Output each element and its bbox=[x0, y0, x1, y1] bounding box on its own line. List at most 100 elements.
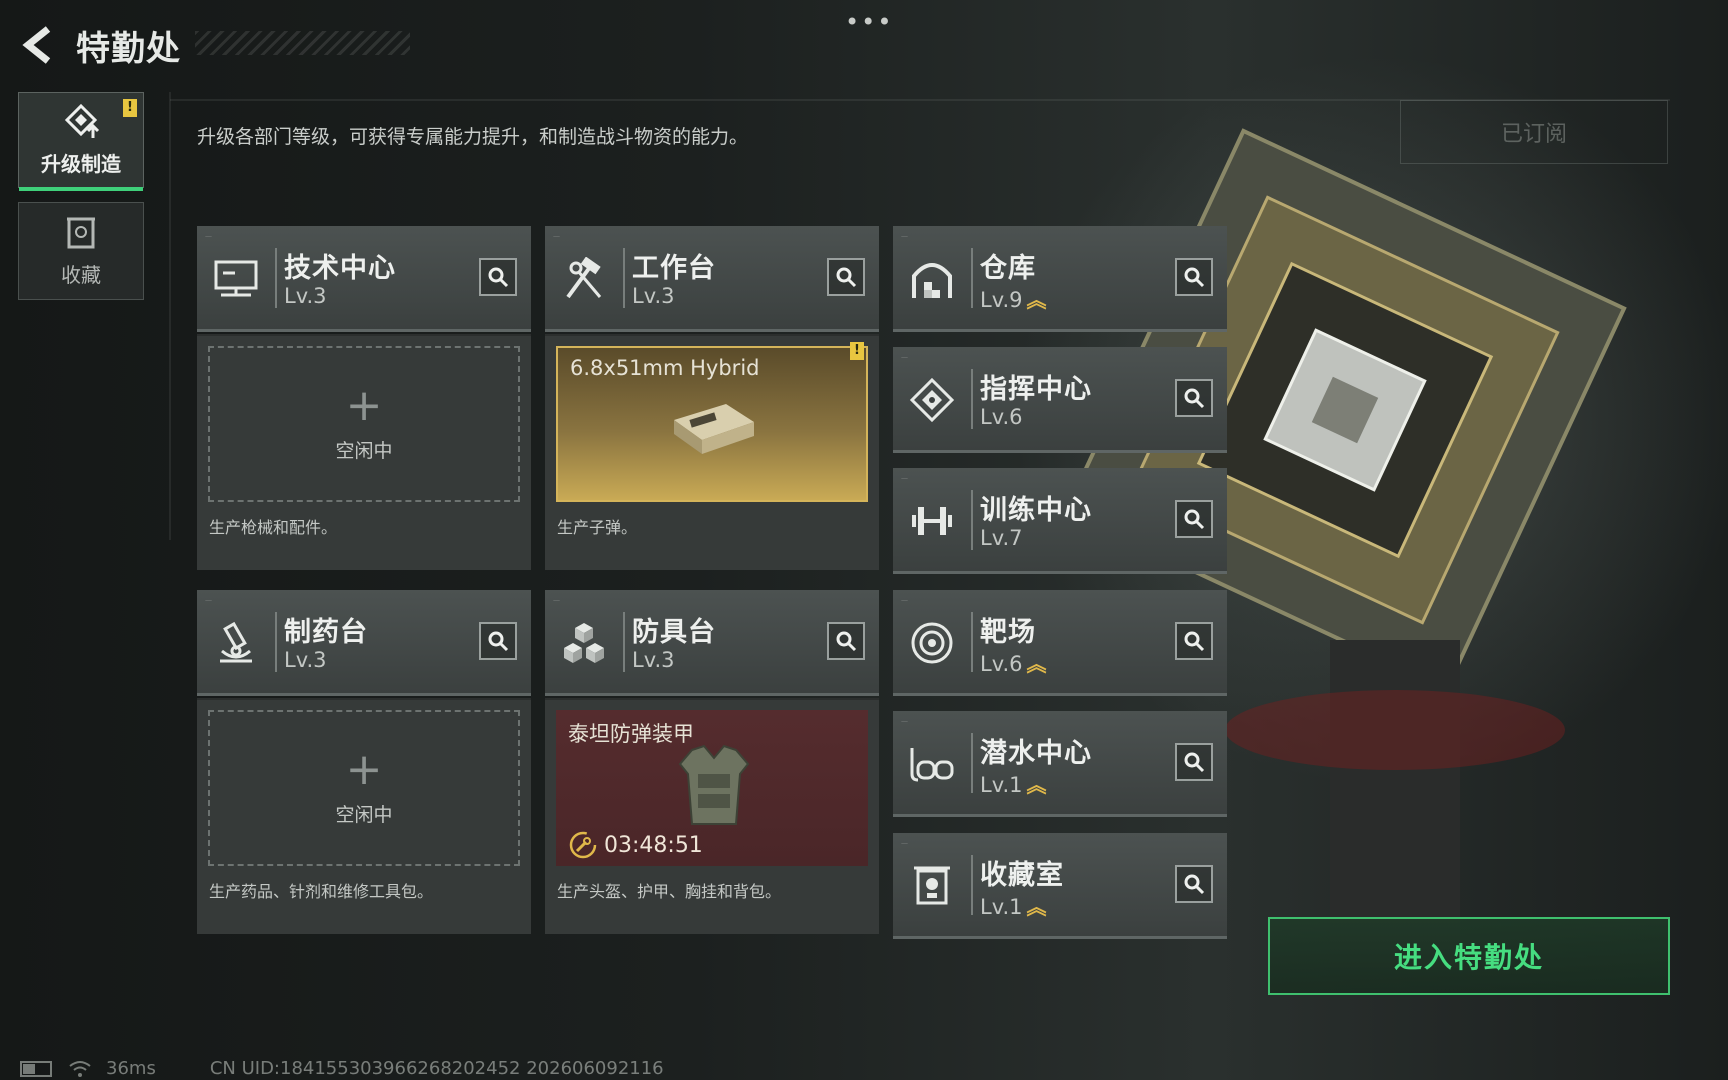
production-panel-pharmacy: + 空闲中 生产药品、针剂和维修工具包。 bbox=[197, 698, 531, 934]
station-level: Lv.1 ︽ bbox=[980, 773, 1047, 797]
production-description: 生产子弹。 bbox=[557, 518, 638, 537]
station-shooting-range[interactable]: — 靶场 Lv.6 ︽ bbox=[893, 590, 1227, 696]
search-button[interactable] bbox=[1175, 258, 1213, 296]
wrench-timer-icon bbox=[569, 831, 597, 859]
nav-upgrade-craft[interactable]: 升级制造 ! bbox=[18, 92, 144, 191]
station-level: Lv.3 bbox=[632, 284, 675, 308]
nav-collection-label: 收藏 bbox=[61, 262, 101, 287]
station-name: 训练中心 bbox=[980, 495, 1092, 526]
station-name: 防具台 bbox=[632, 617, 716, 648]
production-panel-armor: 泰坦防弹装甲 03:48:51 生产头盔、护甲、胸挂和背包。 bbox=[545, 698, 879, 934]
target-icon bbox=[907, 618, 957, 668]
search-icon bbox=[836, 267, 857, 288]
station-training-center[interactable]: — 训练中心 Lv.7 bbox=[893, 468, 1227, 574]
back-button[interactable] bbox=[18, 23, 62, 67]
upgrade-available-icon: ︽ bbox=[1026, 652, 1047, 676]
search-button[interactable] bbox=[827, 622, 865, 660]
timer-value: 03:48:51 bbox=[604, 832, 703, 858]
wifi-icon bbox=[69, 1060, 91, 1077]
empty-production-slot[interactable]: + 空闲中 bbox=[208, 346, 520, 502]
search-icon bbox=[836, 631, 857, 652]
search-button[interactable] bbox=[827, 258, 865, 296]
upgrade-available-icon: ︽ bbox=[1026, 288, 1047, 312]
search-icon bbox=[1184, 752, 1205, 773]
microscope-icon bbox=[211, 618, 261, 668]
nav-collection[interactable]: 收藏 bbox=[18, 202, 144, 300]
user-uid: CN UID:184155303966268202452 20260609211… bbox=[209, 1058, 664, 1079]
plus-icon: + bbox=[345, 379, 383, 431]
search-button[interactable] bbox=[1175, 743, 1213, 781]
station-workbench[interactable]: — 工作台 Lv.3 bbox=[545, 226, 879, 332]
title-decoration bbox=[195, 31, 410, 55]
more-menu-button[interactable]: ••• bbox=[845, 8, 893, 36]
top-bar: 特勤处 bbox=[18, 20, 181, 70]
station-armor-bench[interactable]: — 防具台 Lv.3 bbox=[545, 590, 879, 696]
collection-icon bbox=[67, 217, 95, 248]
station-warehouse[interactable]: — 仓库 Lv.9 ︽ bbox=[893, 226, 1227, 332]
craft-timer: 03:48:51 bbox=[568, 830, 703, 860]
search-button[interactable] bbox=[1175, 500, 1213, 538]
station-command-center[interactable]: — 指挥中心 Lv.6 bbox=[893, 347, 1227, 453]
station-level: Lv.6 bbox=[980, 405, 1023, 429]
station-collection-room[interactable]: — 收藏室 Lv.1 ︽ bbox=[893, 833, 1227, 939]
display-case-icon bbox=[907, 861, 957, 911]
search-button[interactable] bbox=[479, 258, 517, 296]
production-description: 生产头盔、护甲、胸挂和背包。 bbox=[557, 882, 782, 901]
production-panel-tech: + 空闲中 生产枪械和配件。 bbox=[197, 334, 531, 570]
tools-icon bbox=[559, 254, 609, 304]
slot-status: 空闲中 bbox=[335, 803, 393, 826]
empty-production-slot[interactable]: + 空闲中 bbox=[208, 710, 520, 866]
warehouse-icon bbox=[907, 254, 957, 304]
station-level: Lv.3 bbox=[284, 648, 327, 672]
battery-icon bbox=[20, 1060, 52, 1077]
ready-badge: ! bbox=[850, 342, 864, 360]
crafted-item-name: 6.8x51mm Hybrid bbox=[570, 356, 760, 380]
station-tech-center[interactable]: — 技术中心 Lv.3 bbox=[197, 226, 531, 332]
station-name: 靶场 bbox=[980, 617, 1036, 648]
ammo-box-image bbox=[674, 404, 754, 454]
nav-alert-badge: ! bbox=[123, 99, 137, 117]
page-title: 特勤处 bbox=[76, 28, 181, 69]
monitor-icon bbox=[211, 254, 261, 304]
plus-icon: + bbox=[345, 743, 383, 795]
station-name: 工作台 bbox=[632, 253, 716, 284]
status-bar: 36ms CN UID:184155303966268202452 202606… bbox=[20, 1058, 664, 1079]
station-name: 仓库 bbox=[980, 253, 1036, 284]
production-panel-workbench: 6.8x51mm Hybrid ! 生产子弹。 bbox=[545, 334, 879, 570]
station-name: 制药台 bbox=[284, 617, 368, 648]
station-level: Lv.6 ︽ bbox=[980, 652, 1047, 676]
station-level: Lv.7 bbox=[980, 526, 1023, 550]
command-icon bbox=[907, 375, 957, 425]
body-armor-image bbox=[678, 744, 750, 825]
station-level: Lv.3 bbox=[632, 648, 675, 672]
ready-production-slot[interactable]: 6.8x51mm Hybrid ! bbox=[556, 342, 868, 502]
ping-value: 36ms bbox=[106, 1058, 156, 1079]
back-arrow-icon bbox=[22, 26, 51, 64]
production-description: 生产药品、针剂和维修工具包。 bbox=[209, 882, 434, 901]
search-button[interactable] bbox=[1175, 379, 1213, 417]
section-description: 升级各部门等级，可获得专属能力提升，和制造战斗物资的能力。 bbox=[197, 126, 749, 148]
enter-special-ops-button[interactable]: 进入特勤处 bbox=[1268, 917, 1670, 995]
station-pharmacy[interactable]: — 制药台 Lv.3 bbox=[197, 590, 531, 696]
crafting-production-slot[interactable]: 泰坦防弹装甲 03:48:51 bbox=[556, 710, 868, 866]
search-icon bbox=[1184, 631, 1205, 652]
nav-upgrade-craft-label: 升级制造 bbox=[41, 151, 121, 176]
station-name: 指挥中心 bbox=[980, 374, 1092, 405]
upgrade-available-icon: ︽ bbox=[1026, 895, 1047, 919]
search-button[interactable] bbox=[1175, 622, 1213, 660]
station-level: Lv.9 ︽ bbox=[980, 288, 1047, 312]
station-level: Lv.1 ︽ bbox=[980, 895, 1047, 919]
search-icon bbox=[1184, 267, 1205, 288]
slot-status: 空闲中 bbox=[335, 439, 393, 462]
station-name: 收藏室 bbox=[980, 860, 1064, 891]
search-icon bbox=[488, 631, 509, 652]
search-icon bbox=[1184, 388, 1205, 409]
station-diving-center[interactable]: — 潜水中心 Lv.1 ︽ bbox=[893, 711, 1227, 817]
search-button[interactable] bbox=[1175, 865, 1213, 903]
production-description: 生产枪械和配件。 bbox=[209, 518, 338, 537]
search-icon bbox=[1184, 509, 1205, 530]
station-name: 潜水中心 bbox=[980, 738, 1092, 769]
armor-blocks-icon bbox=[559, 618, 609, 668]
search-icon bbox=[1184, 874, 1205, 895]
search-button[interactable] bbox=[479, 622, 517, 660]
